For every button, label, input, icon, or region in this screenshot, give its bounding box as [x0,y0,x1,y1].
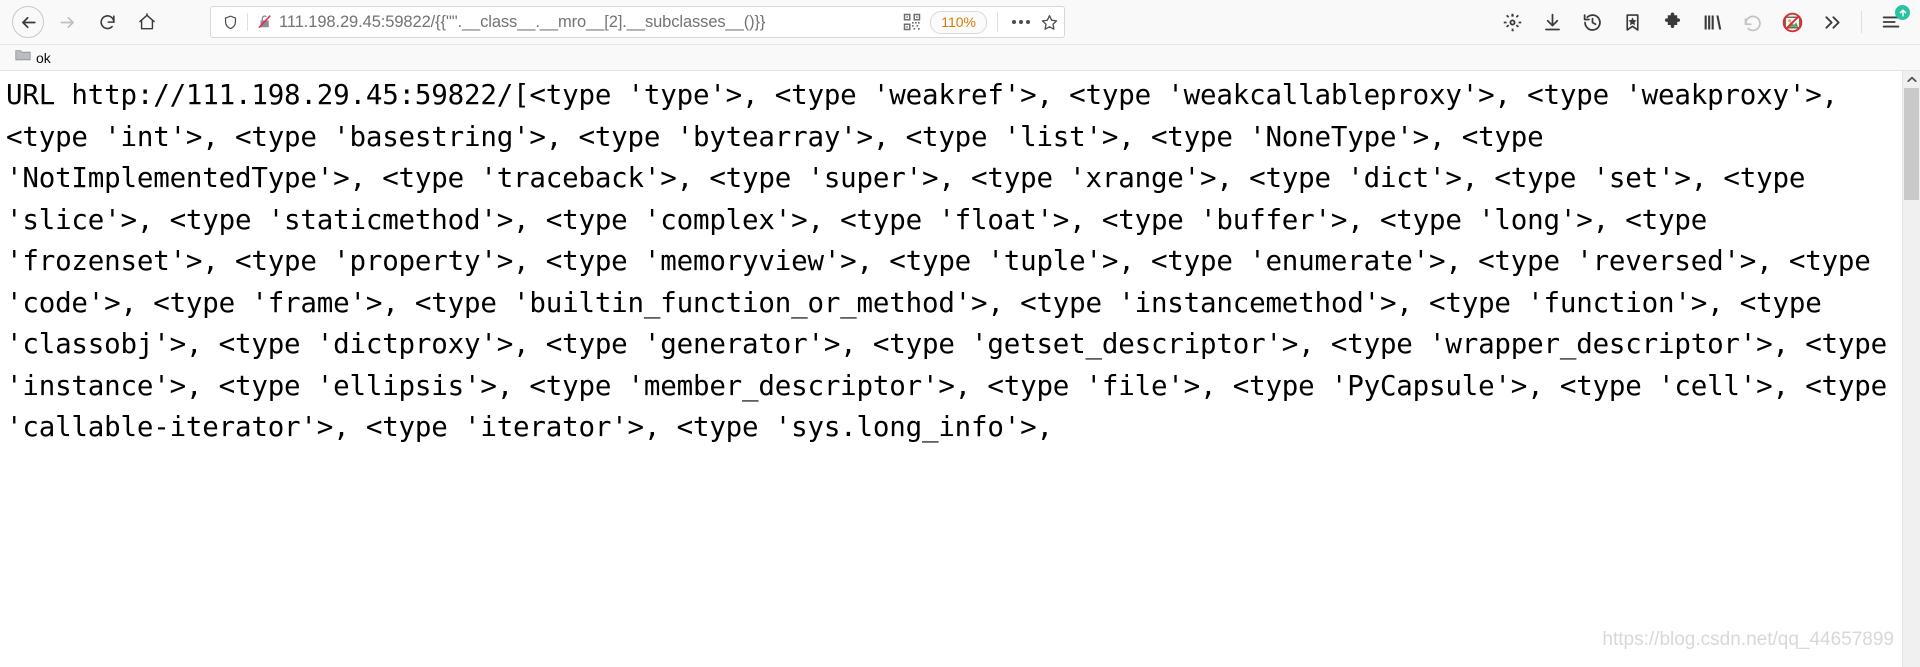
toolbar-divider [1861,11,1862,33]
content-area: URL http://111.198.29.45:59822/[<type 't… [0,71,1920,667]
reload-button[interactable] [90,5,124,39]
vertical-scrollbar[interactable] [1902,71,1920,667]
star-outline-icon[interactable] [1038,11,1060,33]
bookmark-star-icon[interactable] [1617,7,1647,37]
browser-window: 111.198.29.45:59822/{{"".__class__.__mro… [0,0,1920,667]
bookmark-label: ok [36,49,51,66]
urlbar-actions-divider [997,12,998,32]
block-image-icon[interactable] [1777,7,1807,37]
scrollbar-track[interactable] [1903,200,1920,667]
urlbar-divider [247,13,248,31]
puzzle-icon[interactable] [1657,7,1687,37]
forward-button[interactable] [50,5,84,39]
shield-icon[interactable] [219,11,241,33]
url-host-text: 111.198.29.45 [279,12,381,31]
home-icon [139,13,155,30]
qr-code-icon[interactable] [901,11,923,33]
gear-icon[interactable] [1497,7,1527,37]
zoom-level-badge[interactable]: 110% [930,10,987,34]
back-arrow-icon [21,16,36,28]
scrollbar-thumb[interactable] [1904,88,1919,200]
watermark-text: https://blog.csdn.net/qq_44657899 [1602,629,1894,650]
folder-icon [15,48,31,67]
home-button[interactable] [130,5,164,39]
url-bar[interactable]: 111.198.29.45:59822/{{"".__class__.__mro… [210,6,1065,38]
undo-arrow-icon[interactable] [1737,7,1767,37]
bookmarks-toolbar: ok [0,45,1920,71]
update-available-badge [1895,5,1910,20]
hamburger-menu-icon[interactable] [1876,5,1910,37]
subclasses-output-text: URL http://111.198.29.45:59822/[<type 't… [6,79,1902,443]
browser-toolbar-right [1497,5,1912,37]
forward-arrow-icon [59,16,74,28]
bookmark-folder-ok[interactable]: ok [10,46,56,69]
reload-icon [99,14,115,29]
history-icon[interactable] [1577,7,1607,37]
arrow-up-icon [1899,8,1906,17]
navigation-toolbar: 111.198.29.45:59822/{{"".__class__.__mro… [0,0,1920,45]
chevron-double-right-icon[interactable] [1817,7,1847,37]
url-input[interactable]: 111.198.29.45:59822/{{"".__class__.__mro… [276,13,901,32]
url-path-text: :59822/{{"".__class__.__mro__[2].__subcl… [380,12,766,31]
library-icon[interactable] [1697,7,1727,37]
page-actions-ellipsis-icon[interactable] [1006,20,1036,24]
urlbar-actions: 110% [901,10,1060,34]
page-viewport: URL http://111.198.29.45:59822/[<type 't… [0,71,1902,667]
broken-lock-icon[interactable] [254,11,276,33]
download-icon[interactable] [1537,7,1567,37]
back-button[interactable] [12,6,44,38]
chevron-up-icon[interactable] [1903,71,1920,88]
